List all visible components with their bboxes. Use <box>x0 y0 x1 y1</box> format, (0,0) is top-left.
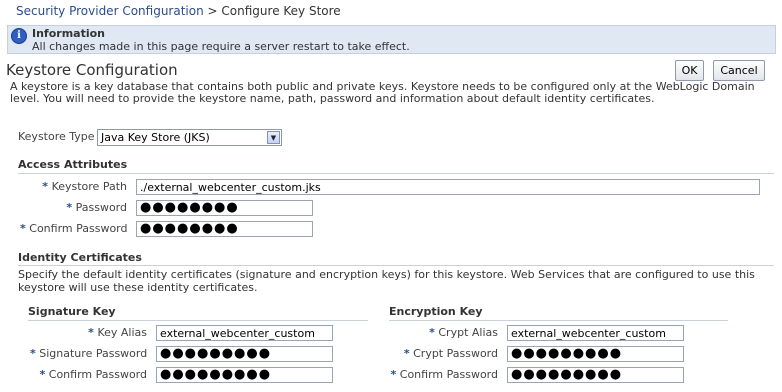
info-message: All changes made in this page require a … <box>32 40 410 53</box>
section-divider <box>389 320 728 321</box>
required-icon: * <box>42 180 49 193</box>
breadcrumb-link-security-provider[interactable]: Security Provider Configuration <box>16 4 204 18</box>
section-divider <box>18 173 774 174</box>
key-alias-input[interactable]: external_webcenter_custom <box>156 325 333 341</box>
crypt-password-label: * Crypt Password <box>403 347 498 360</box>
signature-key-heading: Signature Key <box>28 305 116 318</box>
information-banner: i Information All changes made in this p… <box>7 25 776 54</box>
keystore-type-select[interactable]: Java Key Store (JKS) ▼ <box>97 129 282 146</box>
encryption-key-heading: Encryption Key <box>389 305 483 318</box>
page-description: A keystore is a key database that contai… <box>10 80 755 105</box>
crypt-alias-label: * Crypt Alias <box>429 326 498 339</box>
info-title: Information <box>32 27 105 40</box>
signature-password-input[interactable]: ●●●●●●●●● <box>156 346 333 362</box>
required-icon: * <box>429 326 435 339</box>
access-attributes-heading: Access Attributes <box>18 158 128 171</box>
breadcrumb-current: Configure Key Store <box>221 4 341 18</box>
keystore-type-label: Keystore Type <box>18 130 95 143</box>
chevron-down-icon[interactable]: ▼ <box>267 131 280 144</box>
required-icon: * <box>390 368 397 381</box>
signature-password-label: * Signature Password <box>30 347 148 360</box>
keystore-path-label: * Keystore Path <box>42 180 127 193</box>
signature-confirm-password-input[interactable]: ●●●●●●●●● <box>156 367 333 383</box>
required-icon: * <box>403 347 410 360</box>
encryption-confirm-password-input[interactable]: ●●●●●●●●● <box>507 367 684 383</box>
cancel-button[interactable]: Cancel <box>713 60 765 81</box>
required-icon: * <box>30 347 36 360</box>
password-label: * Password <box>66 201 127 214</box>
section-divider <box>18 265 774 266</box>
info-icon: i <box>11 28 27 44</box>
section-divider <box>28 320 368 321</box>
ok-button[interactable]: OK <box>675 60 704 81</box>
identity-description: Specify the default identity certificate… <box>18 268 755 294</box>
confirm-password-input[interactable]: ●●●●●●●● <box>136 221 313 237</box>
keystore-type-value: Java Key Store (JKS) <box>101 131 210 144</box>
keystore-path-input[interactable]: ./external_webcenter_custom.jks <box>136 179 760 195</box>
required-icon: * <box>39 368 46 381</box>
crypt-alias-input[interactable]: external_webcenter_custom <box>507 325 684 341</box>
key-alias-label: * Key Alias <box>88 326 147 339</box>
encryption-confirm-password-label: * Confirm Password <box>390 368 499 381</box>
required-icon: * <box>20 222 26 235</box>
breadcrumb-separator: > <box>207 4 218 18</box>
page-title: Keystore Configuration <box>6 61 178 79</box>
required-icon: * <box>66 201 73 214</box>
crypt-password-input[interactable]: ●●●●●●●●● <box>507 346 684 362</box>
signature-confirm-password-label: * Confirm Password <box>39 368 148 381</box>
identity-certificates-heading: Identity Certificates <box>18 251 142 264</box>
required-icon: * <box>88 326 94 339</box>
confirm-password-label: * Confirm Password <box>20 222 128 235</box>
password-input[interactable]: ●●●●●●●● <box>136 200 313 216</box>
breadcrumb: Security Provider Configuration > Config… <box>16 4 341 18</box>
